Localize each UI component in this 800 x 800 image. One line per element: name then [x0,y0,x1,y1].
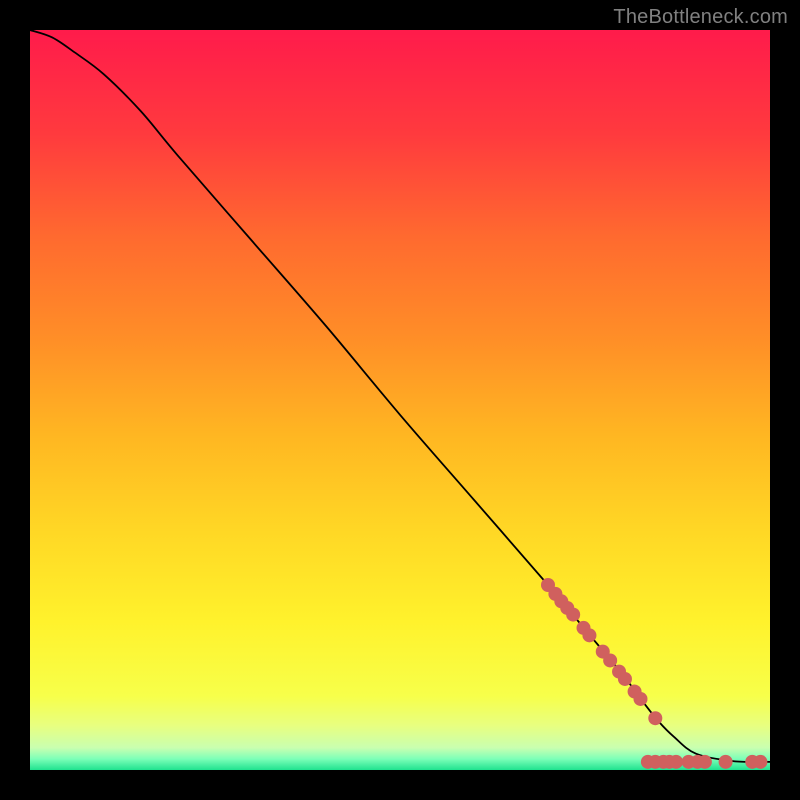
highlight-point [603,653,617,667]
highlight-point [753,755,767,769]
plot-svg [30,30,770,770]
highlight-point [648,711,662,725]
highlight-point [719,755,733,769]
plot-area [30,30,770,770]
chart-stage: TheBottleneck.com [0,0,800,800]
highlight-point [618,672,632,686]
highlight-point [582,628,596,642]
highlight-point [566,608,580,622]
gradient-background [30,30,770,770]
highlight-point [669,755,683,769]
highlight-point [698,755,712,769]
highlight-point [634,692,648,706]
watermark-text: TheBottleneck.com [613,6,788,29]
